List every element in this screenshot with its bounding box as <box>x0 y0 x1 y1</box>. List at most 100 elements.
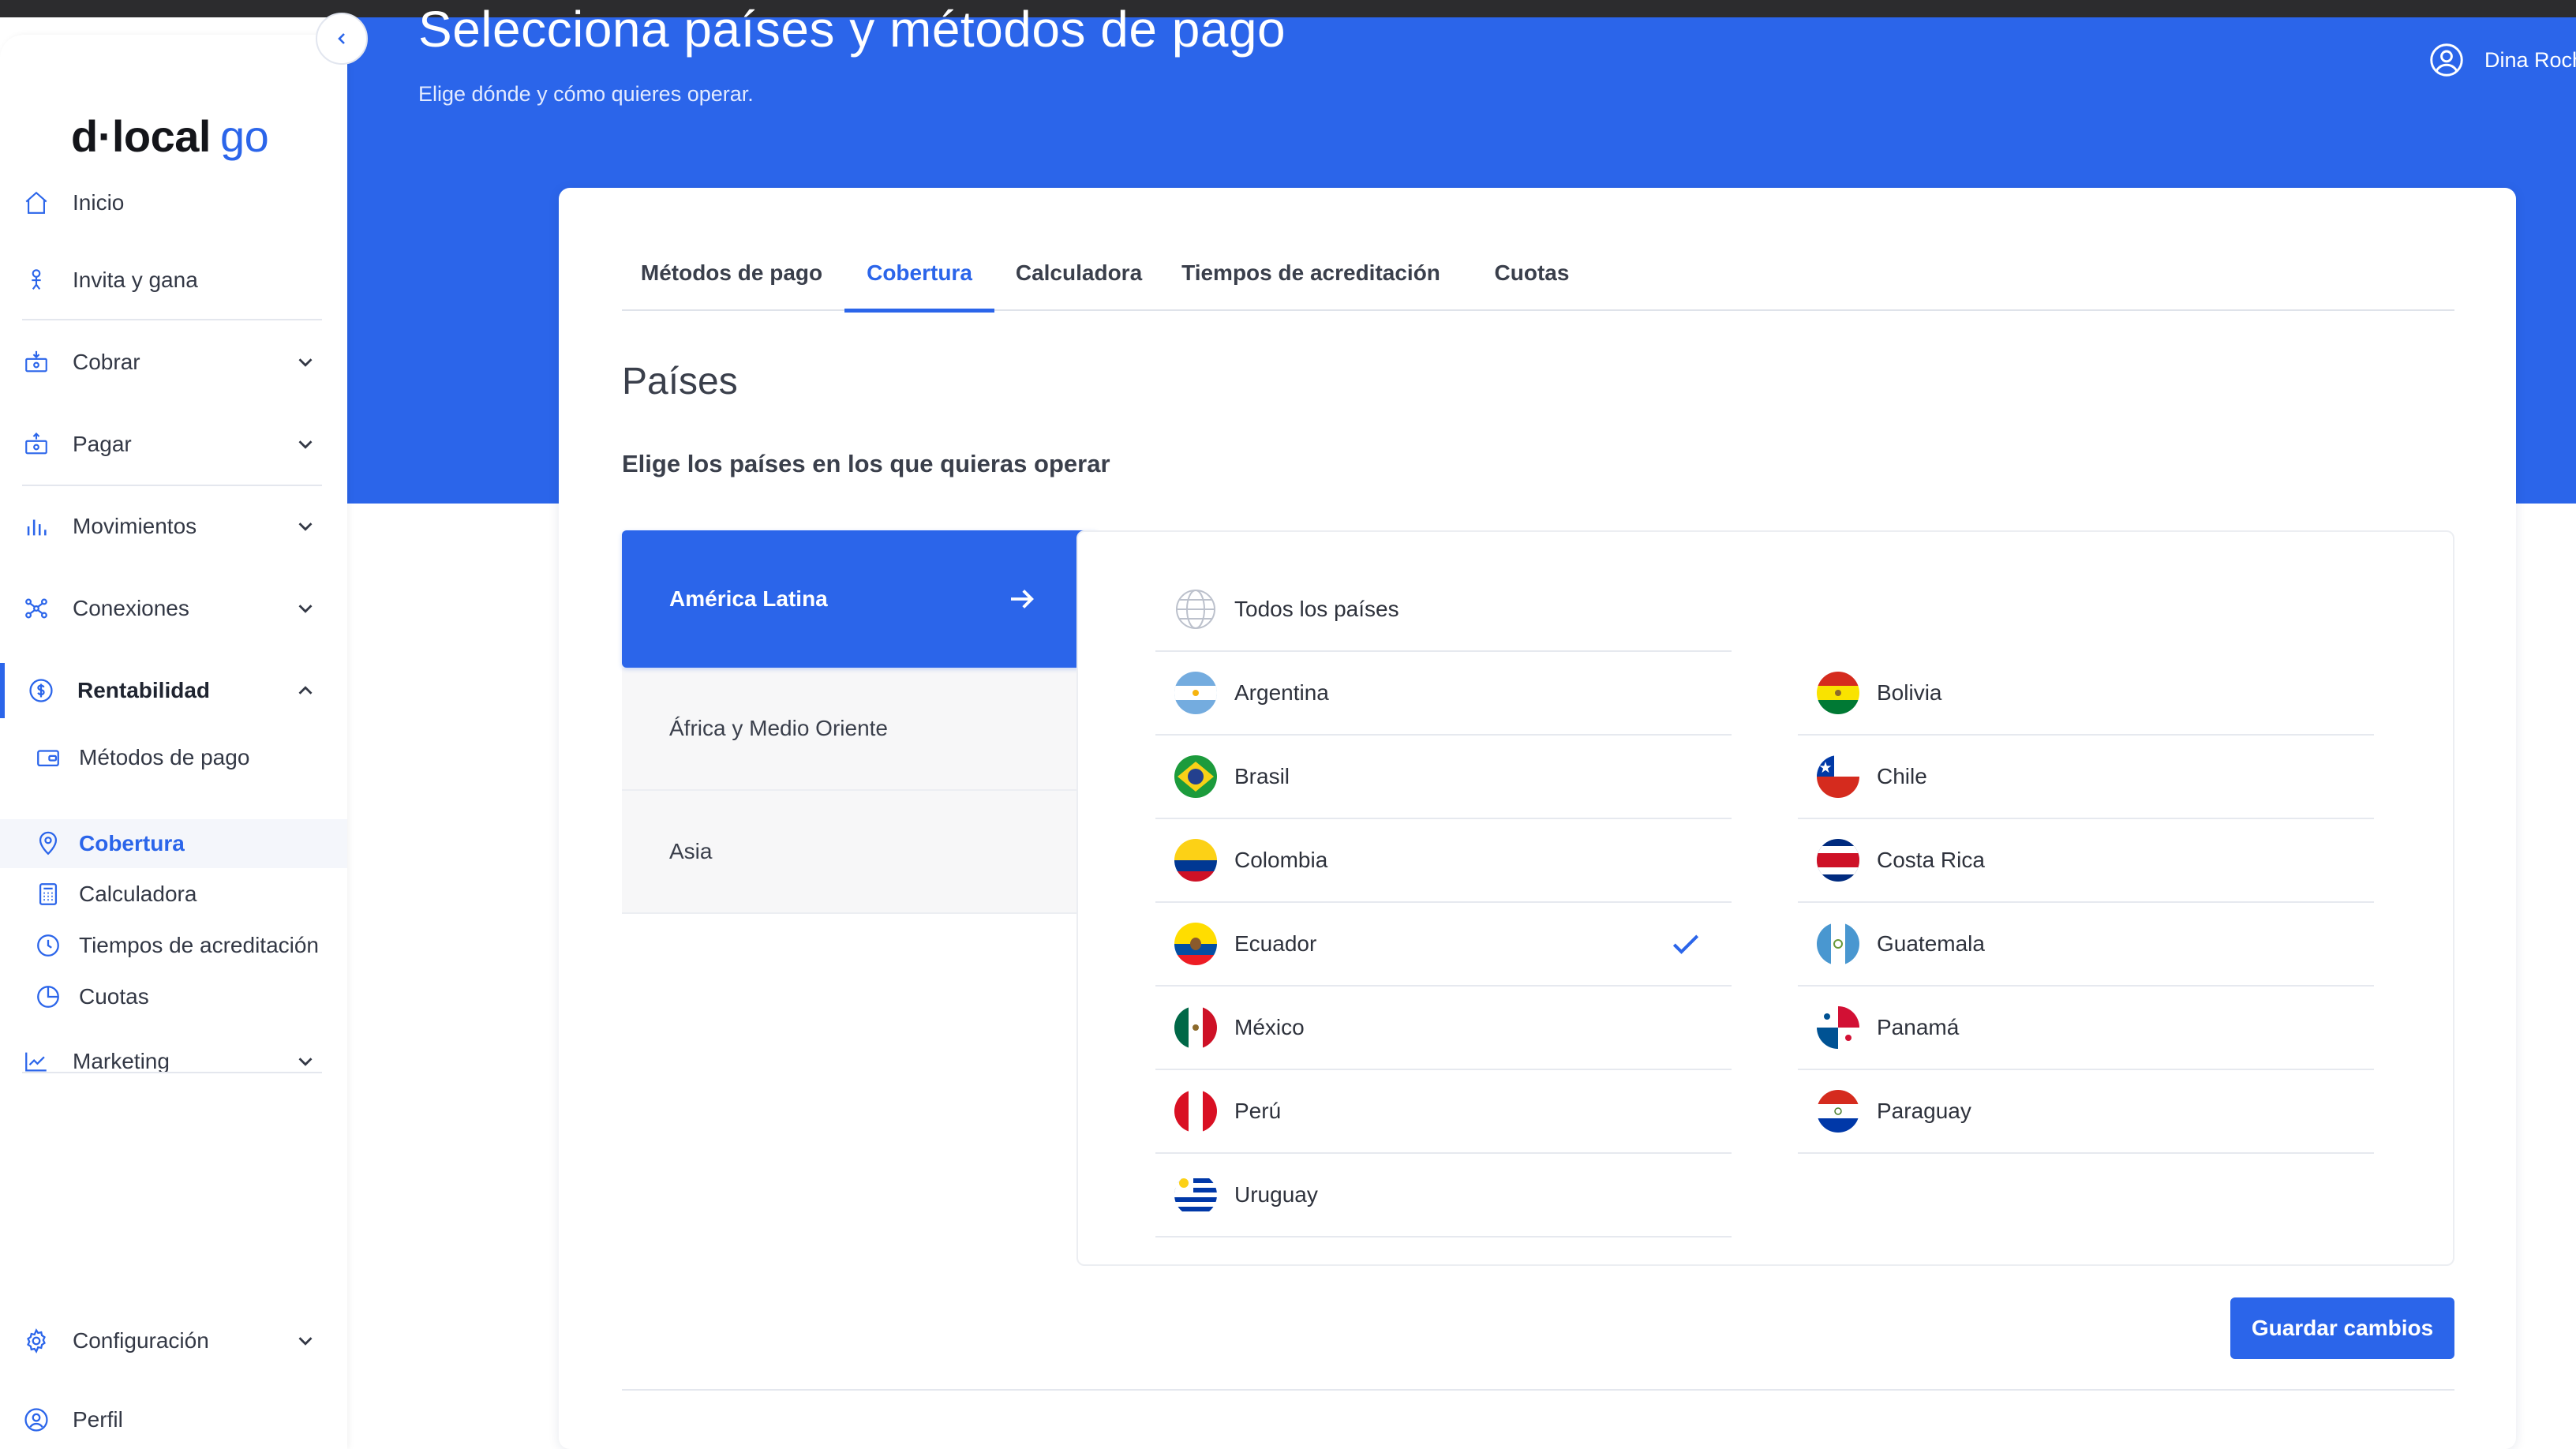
user-circle-icon <box>22 1406 51 1434</box>
page-title: Selecciona países y métodos de pago <box>418 1 1286 58</box>
tab-metodos-de-pago[interactable]: Métodos de pago <box>622 235 841 311</box>
country-name: Todos los países <box>1234 597 1399 621</box>
gear-icon <box>22 1327 51 1355</box>
country-chile[interactable]: Chile <box>1798 736 2374 819</box>
user-menu[interactable]: Dina Roch <box>2429 43 2576 77</box>
chile-flag-icon <box>1817 755 1859 798</box>
cash-in-icon <box>22 348 51 376</box>
country-mexico[interactable]: México <box>1155 987 1732 1070</box>
gift-icon <box>22 266 51 294</box>
page-subtitle: Elige dónde y cómo quieres operar. <box>418 82 754 106</box>
sidebar-item-label: Conexiones <box>73 596 189 620</box>
logo: d·local go <box>71 110 269 162</box>
location-pin-icon <box>35 830 62 857</box>
country-name: Chile <box>1877 764 1927 788</box>
sidebar-subitem-label: Cobertura <box>79 831 185 856</box>
sidebar-item-conexiones[interactable]: Conexiones <box>0 581 347 636</box>
country-name: Colombia <box>1234 848 1328 872</box>
chevron-down-icon <box>298 522 313 531</box>
country-name: Uruguay <box>1234 1182 1318 1207</box>
chevron-down-icon <box>298 1337 313 1346</box>
cash-out-icon <box>22 430 51 459</box>
sidebar-subitem-label: Métodos de pago <box>79 745 250 769</box>
sidebar-item-marketing[interactable]: Marketing <box>0 1034 347 1089</box>
sidebar-item-label: Configuración <box>73 1328 209 1353</box>
chevron-left-icon <box>338 33 345 44</box>
sidebar-subitem-metodos-de-pago[interactable]: Métodos de pago <box>0 733 347 782</box>
country-costa-rica[interactable]: Costa Rica <box>1798 819 2374 903</box>
uruguay-flag-icon <box>1174 1174 1217 1216</box>
sidebar-item-pagar[interactable]: Pagar <box>0 417 347 472</box>
sidebar-item-label: Inicio <box>73 190 125 215</box>
country-name: México <box>1234 1015 1305 1039</box>
country-colombia[interactable]: Colombia <box>1155 819 1732 903</box>
sidebar-item-label: Rentabilidad <box>77 678 211 702</box>
sidebar-subitem-calculadora[interactable]: Calculadora <box>0 870 347 919</box>
region-africa-medio-oriente[interactable]: África y Medio Oriente <box>622 668 1076 791</box>
paraguay-flag-icon <box>1817 1090 1859 1133</box>
sidebar-item-label: Cobrar <box>73 350 140 374</box>
peru-flag-icon <box>1174 1090 1217 1133</box>
country-name: Bolivia <box>1877 680 1942 705</box>
sidebar-subitem-cuotas[interactable]: Cuotas <box>0 972 347 1021</box>
region-asia[interactable]: Asia <box>622 791 1076 914</box>
country-argentina[interactable]: Argentina <box>1155 652 1732 736</box>
clock-icon <box>35 932 62 959</box>
sidebar: d·local go Inicio Invita y gana Cobrar Pa… <box>0 35 347 1449</box>
user-circle-icon <box>2430 43 2463 77</box>
sidebar-divider <box>22 1072 322 1073</box>
sidebar-item-cobrar[interactable]: Cobrar <box>0 335 347 390</box>
sidebar-item-perfil[interactable]: Perfil <box>0 1392 347 1447</box>
tab-calculadora[interactable]: Calculadora <box>994 235 1163 311</box>
sidebar-subitem-cobertura[interactable]: Cobertura <box>0 819 347 868</box>
arrow-right-icon <box>1011 590 1034 608</box>
sidebar-item-label: Perfil <box>73 1407 123 1432</box>
country-all[interactable]: Todos los países <box>1155 568 1732 652</box>
country-name: Argentina <box>1234 680 1329 705</box>
mexico-flag-icon <box>1174 1006 1217 1049</box>
sidebar-item-inicio[interactable]: Inicio <box>0 175 347 230</box>
tab-tiempos-de-acreditacion[interactable]: Tiempos de acreditación <box>1171 235 1451 311</box>
country-peru[interactable]: Perú <box>1155 1070 1732 1154</box>
country-uruguay[interactable]: Uruguay <box>1155 1154 1732 1237</box>
card-divider <box>622 1389 2454 1391</box>
sidebar-item-rentabilidad[interactable]: Rentabilidad <box>0 663 347 718</box>
country-panama[interactable]: Panamá <box>1798 987 2374 1070</box>
window-top-strip <box>0 0 2576 17</box>
sidebar-subitem-label: Calculadora <box>79 882 197 906</box>
chevron-up-icon <box>298 686 313 695</box>
brazil-flag-icon <box>1174 755 1217 798</box>
sidebar-divider <box>22 485 322 486</box>
chevron-down-icon <box>298 1058 313 1066</box>
costa-rica-flag-icon <box>1817 839 1859 882</box>
wallet-icon <box>35 744 62 771</box>
sidebar-item-movimientos[interactable]: Movimientos <box>0 499 347 554</box>
region-america-latina[interactable]: América Latina <box>622 530 1099 668</box>
sidebar-divider <box>22 319 322 320</box>
tab-cuotas[interactable]: Cuotas <box>1466 235 1597 311</box>
country-paraguay[interactable]: Paraguay <box>1798 1070 2374 1154</box>
connections-icon <box>22 594 51 623</box>
sidebar-collapse-button[interactable] <box>316 13 368 65</box>
country-name: Guatemala <box>1877 931 1985 956</box>
country-brasil[interactable]: Brasil <box>1155 736 1732 819</box>
country-name: Perú <box>1234 1099 1282 1123</box>
sidebar-item-invita[interactable]: Invita y gana <box>0 253 347 308</box>
bolivia-flag-icon <box>1817 672 1859 714</box>
sidebar-item-label: Marketing <box>73 1049 170 1073</box>
sidebar-item-configuracion[interactable]: Configuración <box>0 1313 347 1368</box>
globe-icon <box>1174 588 1217 631</box>
tab-cobertura[interactable]: Cobertura <box>844 235 994 313</box>
sidebar-item-label: Pagar <box>73 432 132 456</box>
country-ecuador[interactable]: Ecuador <box>1155 903 1732 987</box>
country-guatemala[interactable]: Guatemala <box>1798 903 2374 987</box>
dollar-circle-icon <box>27 676 55 705</box>
country-bolivia[interactable]: Bolivia <box>1798 652 2374 736</box>
calculator-icon <box>35 881 62 908</box>
sidebar-item-label: Movimientos <box>73 514 197 538</box>
country-name: Brasil <box>1234 764 1290 788</box>
save-changes-button[interactable]: Guardar cambios <box>2230 1297 2454 1359</box>
sidebar-subitem-tiempos[interactable]: Tiempos de acreditación <box>0 921 347 970</box>
sidebar-subitem-label: Cuotas <box>79 984 149 1009</box>
user-name: Dina Roch <box>2484 47 2576 72</box>
